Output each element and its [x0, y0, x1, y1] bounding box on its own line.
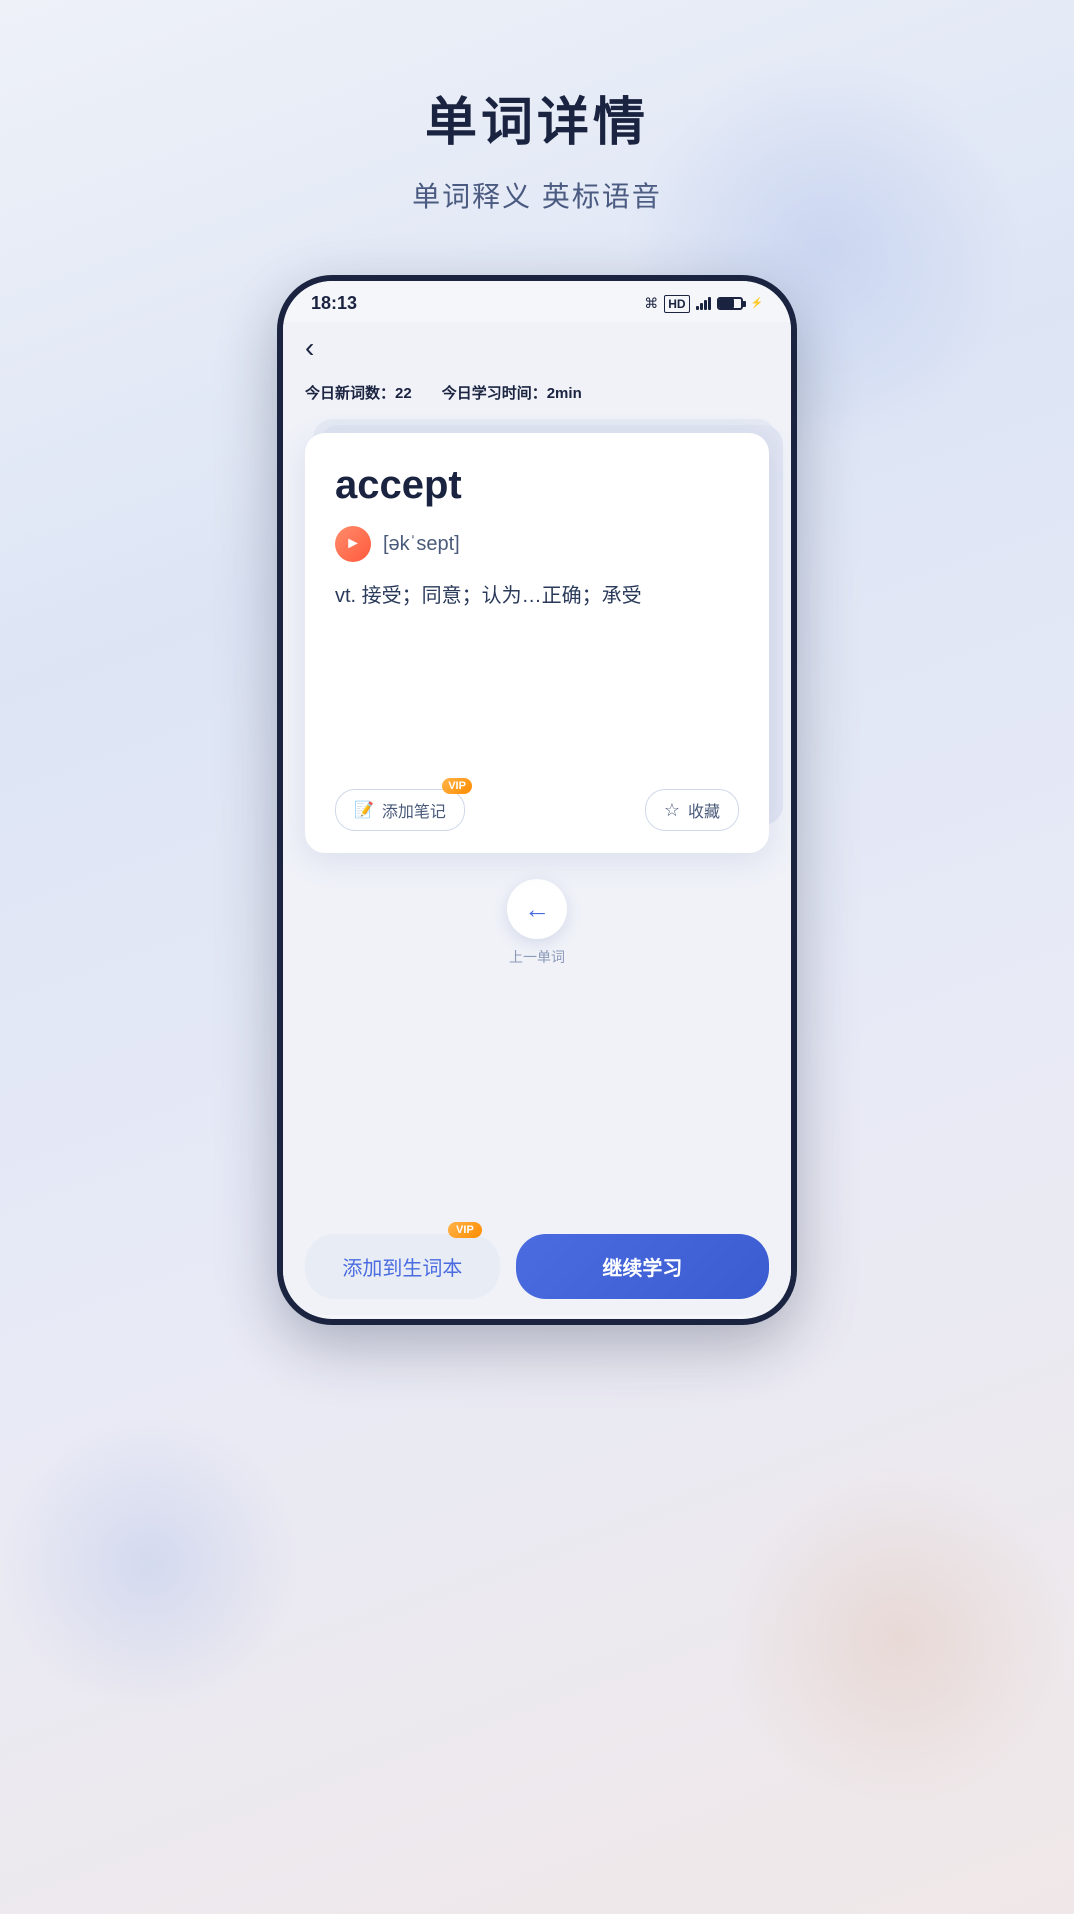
note-icon: 📝	[354, 800, 374, 820]
bg-decoration-2	[724, 1464, 1074, 1814]
phone-content: ‹ 今日新词数：22 今日学习时间：2min accept	[283, 322, 791, 1315]
continue-learning-label: 继续学习	[602, 1258, 682, 1280]
word-cards-area: accept ► [əkˈsept] vt. 接受；同意；认为…正确；承受 📝 …	[305, 419, 769, 849]
stats-bar: 今日新词数：22 今日学习时间：2min	[305, 374, 769, 419]
new-words-value: 22	[395, 385, 412, 402]
sound-button[interactable]: ►	[335, 526, 371, 562]
collect-button[interactable]: ☆ 收藏	[645, 789, 739, 831]
back-button[interactable]: ‹	[305, 322, 769, 374]
add-note-label: 添加笔记	[382, 798, 446, 822]
status-time: 18:13	[311, 293, 357, 314]
new-words-label: 今日新词数：	[305, 385, 395, 402]
phonetic-text: [əkˈsept]	[383, 533, 460, 556]
bg-decoration-3	[0, 1414, 300, 1714]
wifi-icon: ⌘	[644, 295, 658, 312]
word-definition: vt. 接受；同意；认为…正确；承受	[335, 580, 739, 612]
prev-arrow-icon: ←	[524, 894, 550, 925]
prev-word-label: 上一单词	[509, 947, 565, 967]
signal-bars-icon	[696, 297, 711, 310]
status-bar: 18:13 ⌘ HD ⚡	[283, 281, 791, 322]
navigation-area: ← 上一单词	[305, 869, 769, 987]
battery-icon	[717, 297, 743, 310]
continue-learning-button[interactable]: 继续学习	[516, 1234, 769, 1299]
phonetic-row: ► [əkˈsept]	[335, 526, 739, 562]
add-to-vocab-label: 添加到生词本	[342, 1258, 462, 1280]
bottom-buttons: 添加到生词本 VIP 继续学习	[305, 1234, 769, 1319]
vocab-vip-badge: VIP	[448, 1222, 482, 1238]
word-card-main: accept ► [əkˈsept] vt. 接受；同意；认为…正确；承受 📝 …	[305, 433, 769, 853]
prev-word-button[interactable]: ←	[507, 879, 567, 939]
study-time-label: 今日学习时间：	[442, 385, 547, 402]
collect-label: 收藏	[688, 798, 720, 822]
new-words-stat: 今日新词数：22	[305, 382, 412, 403]
note-vip-badge: VIP	[442, 778, 472, 794]
word-text: accept	[335, 463, 739, 508]
card-actions: 📝 添加笔记 VIP ☆ 收藏	[335, 771, 739, 831]
status-icons: ⌘ HD ⚡	[644, 295, 763, 313]
phone-mockup-wrapper: 18:13 ⌘ HD ⚡ ‹	[0, 275, 1074, 1325]
charging-icon: ⚡	[751, 298, 763, 309]
back-arrow-icon: ‹	[305, 332, 314, 363]
study-time-stat: 今日学习时间：2min	[442, 382, 582, 403]
star-icon: ☆	[664, 800, 680, 821]
phone-device: 18:13 ⌘ HD ⚡ ‹	[277, 275, 797, 1325]
add-to-vocab-button[interactable]: 添加到生词本 VIP	[305, 1234, 500, 1299]
sound-icon: ►	[345, 535, 361, 553]
study-time-value: 2min	[547, 385, 582, 402]
add-note-button[interactable]: 📝 添加笔记 VIP	[335, 789, 465, 831]
hd-label: HD	[664, 295, 689, 313]
